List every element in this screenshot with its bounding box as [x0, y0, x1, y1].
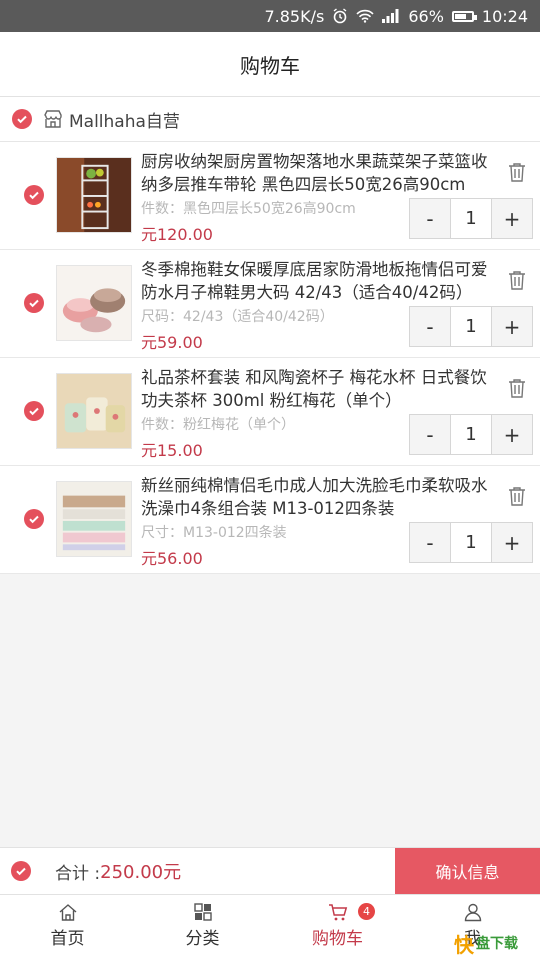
decrease-button[interactable]: -: [410, 199, 450, 238]
product-image[interactable]: [56, 481, 132, 557]
increase-button[interactable]: +: [492, 199, 532, 238]
wifi-icon: [356, 9, 374, 23]
delete-icon[interactable]: [508, 486, 526, 506]
product-price: 元59.00: [141, 333, 203, 352]
product-image[interactable]: [56, 265, 132, 341]
watermark-text: 盘下载: [476, 936, 518, 952]
confirm-button[interactable]: 确认信息: [395, 848, 540, 894]
quantity-value[interactable]: 1: [450, 415, 492, 454]
tab-category[interactable]: 分类: [135, 895, 270, 961]
item-select-checkbox[interactable]: [24, 509, 44, 529]
decrease-button[interactable]: -: [410, 415, 450, 454]
item-select-checkbox[interactable]: [24, 293, 44, 313]
product-image[interactable]: [56, 373, 132, 449]
total-amount: 250.00元: [100, 862, 182, 883]
delete-icon[interactable]: [508, 378, 526, 398]
cart-icon: [328, 904, 347, 921]
product-price: 元15.00: [141, 441, 203, 460]
quantity-value[interactable]: 1: [450, 307, 492, 346]
quantity-stepper: - 1 +: [409, 306, 533, 347]
increase-button[interactable]: +: [492, 415, 532, 454]
network-speed: 7.85K/s: [264, 6, 325, 26]
product-name[interactable]: 厨房收纳架厨房置物架落地水果蔬菜架子菜篮收纳多层推车带轮 黑色四层长50宽26高…: [141, 150, 493, 196]
person-icon: [464, 903, 481, 922]
tab-cart[interactable]: 购物车 4: [270, 895, 405, 961]
cart-item: 厨房收纳架厨房置物架落地水果蔬菜架子菜篮收纳多层推车带轮 黑色四层长50宽26高…: [0, 142, 540, 250]
product-spec: 件数：黑色四层长50宽26高90cm: [141, 201, 356, 217]
item-select-checkbox[interactable]: [24, 185, 44, 205]
checkout-bar: 合计 : 250.00元 确认信息: [0, 847, 540, 894]
watermark-brand: 快: [454, 932, 474, 957]
product-spec: 尺码：42/43（适合40/42码）: [141, 309, 334, 325]
quantity-stepper: - 1 +: [409, 522, 533, 563]
product-image[interactable]: [56, 157, 132, 233]
page-title: 购物车: [240, 53, 300, 78]
cart-item: 冬季棉拖鞋女保暖厚底居家防滑地板拖情侣可爱防水月子棉鞋男大码 42/43（适合4…: [0, 250, 540, 358]
delete-icon[interactable]: [508, 162, 526, 182]
store-icon: [43, 109, 63, 129]
status-bar: 7.85K/s 66% 10:24: [0, 0, 540, 32]
cart-item-list: 厨房收纳架厨房置物架落地水果蔬菜架子菜篮收纳多层推车带轮 黑色四层长50宽26高…: [0, 142, 540, 574]
product-name[interactable]: 礼品茶杯套装 和风陶瓷杯子 梅花水杯 日式餐饮功夫茶杯 300ml 粉红梅花（单…: [141, 366, 493, 412]
item-select-checkbox[interactable]: [24, 401, 44, 421]
battery-percent: 66%: [408, 6, 444, 26]
decrease-button[interactable]: -: [410, 523, 450, 562]
delete-icon[interactable]: [508, 270, 526, 290]
cart-item: 礼品茶杯套装 和风陶瓷杯子 梅花水杯 日式餐饮功夫茶杯 300ml 粉红梅花（单…: [0, 358, 540, 466]
cart-item: 新丝丽纯棉情侣毛巾成人加大洗脸毛巾柔软吸水洗澡巾4条组合装 M13-012四条装…: [0, 466, 540, 574]
watermark-logo: 快 盘下载: [454, 928, 534, 958]
tab-label: 首页: [50, 929, 85, 949]
shop-select-checkbox[interactable]: [12, 109, 32, 129]
increase-button[interactable]: +: [492, 523, 532, 562]
total-label: 合计 :: [55, 863, 101, 884]
quantity-value[interactable]: 1: [450, 523, 492, 562]
quantity-stepper: - 1 +: [409, 198, 533, 239]
tab-label: 购物车: [312, 929, 363, 949]
decrease-button[interactable]: -: [410, 307, 450, 346]
alarm-icon: [332, 8, 348, 24]
product-spec: 尺寸：M13-012四条装: [141, 525, 287, 541]
shop-name: Mallhaha自营: [69, 111, 180, 132]
shop-header: Mallhaha自营: [0, 97, 540, 142]
title-bar: 购物车: [0, 32, 540, 97]
product-price: 元120.00: [141, 225, 213, 244]
cart-count-badge: 4: [358, 903, 375, 920]
battery-icon: [451, 10, 477, 22]
home-icon: [59, 904, 76, 921]
clock: 10:24: [481, 6, 528, 26]
quantity-value[interactable]: 1: [450, 199, 492, 238]
select-all-checkbox[interactable]: [11, 861, 31, 881]
product-name[interactable]: 新丝丽纯棉情侣毛巾成人加大洗脸毛巾柔软吸水洗澡巾4条组合装 M13-012四条装: [141, 474, 493, 520]
quantity-stepper: - 1 +: [409, 414, 533, 455]
tab-home[interactable]: 首页: [0, 895, 135, 961]
product-spec: 件数：粉红梅花（单个）: [141, 417, 295, 433]
category-icon: [193, 903, 212, 921]
product-price: 元56.00: [141, 549, 203, 568]
increase-button[interactable]: +: [492, 307, 532, 346]
signal-icon: [382, 9, 400, 23]
tab-label: 分类: [185, 929, 220, 949]
product-name[interactable]: 冬季棉拖鞋女保暖厚底居家防滑地板拖情侣可爱防水月子棉鞋男大码 42/43（适合4…: [141, 258, 493, 304]
